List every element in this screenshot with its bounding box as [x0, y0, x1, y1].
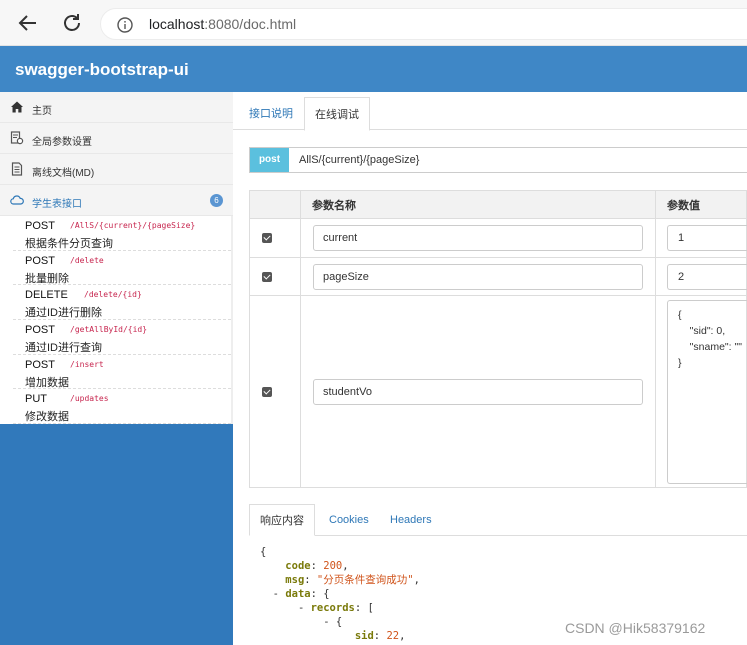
- url-path: :8080/doc.html: [204, 16, 297, 32]
- api-path: /delete: [70, 255, 104, 265]
- json-key: data: [285, 588, 311, 600]
- address-bar[interactable]: localhost:8080/doc.html: [100, 8, 747, 40]
- sidebar-item-global-params[interactable]: 全局参数设置: [0, 123, 233, 154]
- tab-online-debug[interactable]: 在线调试: [304, 97, 370, 131]
- settings-doc-icon: [10, 131, 24, 145]
- collapse-toggle[interactable]: -: [298, 602, 311, 614]
- json-key: sid: [354, 630, 374, 642]
- json-value: "分页条件查询成功": [316, 574, 414, 586]
- sidebar-item-student-api[interactable]: 学生表接口 6: [0, 185, 233, 216]
- response-tabs: 响应内容 Cookies Headers: [249, 504, 747, 536]
- api-method: POST: [25, 358, 55, 371]
- param-checkbox[interactable]: [262, 271, 272, 282]
- reload-icon[interactable]: [60, 11, 84, 35]
- column-header-name: 参数名称: [300, 190, 656, 219]
- collapse-toggle[interactable]: -: [273, 588, 286, 600]
- json-key: msg: [285, 574, 305, 586]
- api-method: DELETE: [25, 289, 68, 302]
- api-path: /updates: [70, 394, 109, 404]
- sidebar-item-home[interactable]: 主页: [0, 92, 233, 123]
- api-list-item[interactable]: PUT /updates 修改数据: [13, 389, 231, 425]
- param-checkbox[interactable]: [262, 386, 272, 397]
- api-description: 根据条件分页查询: [25, 238, 113, 250]
- api-description: 通过ID进行查询: [25, 342, 102, 355]
- json-value: 200: [323, 560, 343, 572]
- column-header-check: [249, 190, 301, 219]
- url-text[interactable]: localhost:8080/doc.html: [149, 16, 296, 32]
- home-icon: [11, 101, 23, 113]
- param-name-field[interactable]: current: [313, 225, 643, 251]
- api-list: POST /AllS/{current}/{pageSize} 根据条件分页查询…: [0, 216, 233, 425]
- json-key: records: [310, 602, 355, 614]
- api-description: 通过ID进行删除: [25, 307, 102, 320]
- cloud-icon: [10, 195, 24, 205]
- back-arrow-icon[interactable]: [16, 11, 40, 35]
- sidebar: 主页 全局参数设置 离线文档(MD) 学生表接口 6 POST /AllS/{c…: [0, 92, 233, 645]
- sidebar-item-label: 全局参数设置: [32, 137, 92, 148]
- main-panel: 接口说明 在线调试 post AllS/{current}/{pageSize}…: [233, 92, 747, 645]
- sidebar-item-label: 离线文档(MD): [32, 168, 95, 179]
- param-value-field[interactable]: 2: [667, 263, 747, 290]
- table-header-row: 参数名称 参数值: [249, 190, 747, 219]
- param-name-field[interactable]: pageSize: [313, 263, 643, 290]
- table-row: current 1: [249, 218, 747, 258]
- api-method: POST: [25, 220, 55, 232]
- api-list-item[interactable]: POST /AllS/{current}/{pageSize} 根据条件分页查询: [13, 216, 231, 251]
- api-path: /insert: [70, 359, 104, 369]
- info-icon[interactable]: [117, 17, 133, 33]
- table-row: pageSize 2: [249, 257, 747, 296]
- api-list-item[interactable]: POST /getAllById/{id} 通过ID进行查询: [13, 320, 231, 355]
- api-description: 增加数据: [25, 376, 69, 389]
- api-description: 批量删除: [25, 272, 69, 285]
- tab-response-content[interactable]: 响应内容: [249, 504, 315, 536]
- param-body-textarea[interactable]: { "sid": 0, "sname": "" }: [667, 300, 747, 484]
- api-list-item[interactable]: POST /delete 批量删除: [13, 251, 231, 286]
- api-method: PUT: [25, 393, 47, 406]
- method-badge: post: [250, 148, 289, 172]
- app-title: swagger-bootstrap-ui: [15, 60, 189, 79]
- api-path: /delete/{id}: [84, 290, 142, 300]
- param-checkbox[interactable]: [262, 233, 272, 243]
- tab-headers[interactable]: Headers: [380, 504, 442, 536]
- api-method: POST: [25, 324, 55, 337]
- api-list-item[interactable]: DELETE /delete/{id} 通过ID进行删除: [13, 285, 231, 321]
- request-path-input[interactable]: AllS/{current}/{pageSize}: [299, 154, 419, 166]
- table-row: studentVo { "sid": 0, "sname": "" }: [249, 295, 747, 488]
- json-value: 22: [386, 630, 400, 642]
- api-list-item[interactable]: POST /insert 增加数据: [13, 355, 231, 390]
- watermark: CSDN @Hik58379162: [565, 620, 706, 636]
- document-icon: [11, 162, 23, 176]
- browser-toolbar: localhost:8080/doc.html: [0, 0, 747, 46]
- api-description: 修改数据: [25, 411, 69, 424]
- param-table: 参数名称 参数值 current 1 pageSize 2 studentVo …: [249, 190, 747, 488]
- param-value-field[interactable]: 1: [667, 225, 747, 251]
- api-path: /AllS/{current}/{pageSize}: [70, 221, 196, 230]
- sidebar-item-offline-doc[interactable]: 离线文档(MD): [0, 154, 233, 185]
- api-path: /getAllById/{id}: [70, 325, 148, 335]
- sidebar-item-label: 主页: [32, 106, 52, 117]
- param-name-field[interactable]: studentVo: [313, 378, 643, 405]
- collapse-toggle[interactable]: -: [323, 616, 336, 628]
- tab-api-description[interactable]: 接口说明: [239, 97, 303, 131]
- sidebar-menu: 主页 全局参数设置 离线文档(MD) 学生表接口 6: [0, 92, 233, 216]
- request-url-row: post AllS/{current}/{pageSize}: [249, 147, 747, 173]
- app-header: swagger-bootstrap-ui: [0, 46, 747, 92]
- column-header-value: 参数值: [655, 190, 747, 219]
- sidebar-item-label: 学生表接口: [32, 199, 82, 210]
- api-method: POST: [25, 254, 55, 267]
- doc-tabs: 接口说明 在线调试: [233, 94, 747, 131]
- json-key: code: [285, 560, 311, 572]
- tab-cookies[interactable]: Cookies: [319, 504, 379, 536]
- url-host: localhost: [149, 16, 205, 32]
- json-brace: {: [260, 546, 267, 558]
- count-badge: 6: [210, 194, 223, 207]
